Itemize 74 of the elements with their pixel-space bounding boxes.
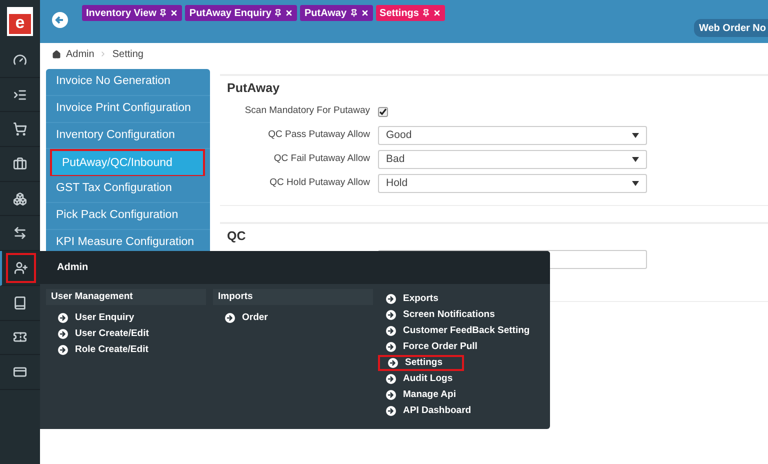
settings-menu-item[interactable]: Invoice Print Configuration: [46, 96, 210, 123]
card-title: QC: [226, 228, 247, 245]
column-heading: User Management: [46, 289, 206, 305]
menu-link[interactable]: Exports: [386, 291, 540, 307]
pin-icon[interactable]: [274, 9, 282, 17]
arrow-circle-icon: [386, 406, 396, 416]
arrow-circle-icon: [386, 310, 396, 320]
user-plus-icon: [14, 260, 28, 275]
field-label: QC Hold Putaway Allow: [268, 176, 370, 190]
caret-icon: [632, 181, 639, 186]
menu-title: Admin: [57, 261, 88, 275]
caret-icon: [632, 157, 639, 162]
web-order-button[interactable]: Web Order No: [694, 19, 768, 37]
close-icon[interactable]: [432, 9, 441, 17]
arrow-circle-icon: [386, 326, 396, 336]
menu-link[interactable]: Manage Api: [386, 387, 540, 403]
gauge-icon: [13, 52, 27, 67]
arrow-circle-icon: [386, 374, 396, 384]
ticket-icon: [13, 330, 27, 344]
menu-link[interactable]: Force Order Pull: [386, 339, 540, 355]
back-button[interactable]: [52, 12, 68, 28]
arrow-circle-icon: [388, 358, 398, 368]
tab[interactable]: PutAway Enquiry: [185, 5, 298, 21]
arrow-circle-icon: [225, 313, 235, 323]
field-label: QC Fail Putaway Allow: [272, 152, 370, 166]
logo: e: [7, 7, 33, 36]
bag-icon: [13, 156, 27, 171]
cubes-icon: [13, 192, 27, 206]
select-field[interactable]: Bad: [378, 150, 647, 169]
book-icon: [13, 296, 27, 310]
sidebar-item[interactable]: [0, 251, 40, 286]
pin-icon[interactable]: [422, 9, 430, 17]
arrow-circle-icon: [386, 390, 396, 400]
exchange-icon: [13, 226, 27, 240]
arrow-circle-icon: [58, 313, 68, 323]
select-field[interactable]: Hold: [378, 174, 647, 193]
close-icon[interactable]: [170, 9, 178, 17]
card-title: PutAway: [226, 80, 281, 97]
tab[interactable]: Settings: [376, 5, 445, 21]
menu-link[interactable]: Screen Notifications: [386, 307, 540, 323]
close-icon[interactable]: [285, 9, 294, 17]
field-label: Scan Mandatory For Putaway: [244, 104, 370, 118]
checkbox[interactable]: [378, 106, 388, 116]
arrow-circle-icon: [58, 345, 68, 355]
settings-menu-item[interactable]: Invoice No Generation: [46, 69, 210, 96]
arrow-circle-icon: [58, 329, 68, 339]
close-icon[interactable]: [360, 9, 369, 17]
card-icon: [13, 365, 27, 380]
column-heading: Imports: [213, 289, 373, 305]
menu-link[interactable]: Role Create/Edit: [58, 342, 206, 358]
arrow-circle-icon: [386, 294, 396, 304]
field-label: QC Pass Putaway Allow: [267, 128, 370, 142]
menu-link[interactable]: User Enquiry: [58, 310, 206, 326]
menu-link[interactable]: Settings: [378, 355, 464, 371]
menu-link[interactable]: Customer FeedBack Setting: [386, 323, 540, 339]
tab[interactable]: PutAway: [300, 5, 373, 21]
list-icon: [13, 88, 27, 102]
menu-link[interactable]: Order: [225, 310, 373, 326]
settings-menu-item[interactable]: GST Tax Configuration: [46, 176, 210, 203]
menu-link[interactable]: Audit Logs: [386, 371, 540, 387]
pin-icon[interactable]: [159, 9, 168, 17]
pin-icon[interactable]: [350, 9, 358, 17]
menu-link[interactable]: API Dashboard: [386, 403, 540, 419]
breadcrumb-current: Setting: [112, 48, 144, 62]
cart-icon: [13, 122, 27, 136]
menu-link[interactable]: User Create/Edit: [58, 326, 206, 342]
arrow-circle-icon: [386, 342, 396, 352]
home-icon: [52, 50, 61, 58]
caret-icon: [632, 133, 639, 138]
tab[interactable]: Inventory View: [82, 5, 182, 21]
breadcrumb-link[interactable]: Admin: [66, 46, 94, 62]
settings-menu-item[interactable]: Pick Pack Configuration: [46, 202, 210, 230]
select-field[interactable]: Good: [378, 126, 647, 145]
arrow-left-icon: [55, 15, 65, 25]
